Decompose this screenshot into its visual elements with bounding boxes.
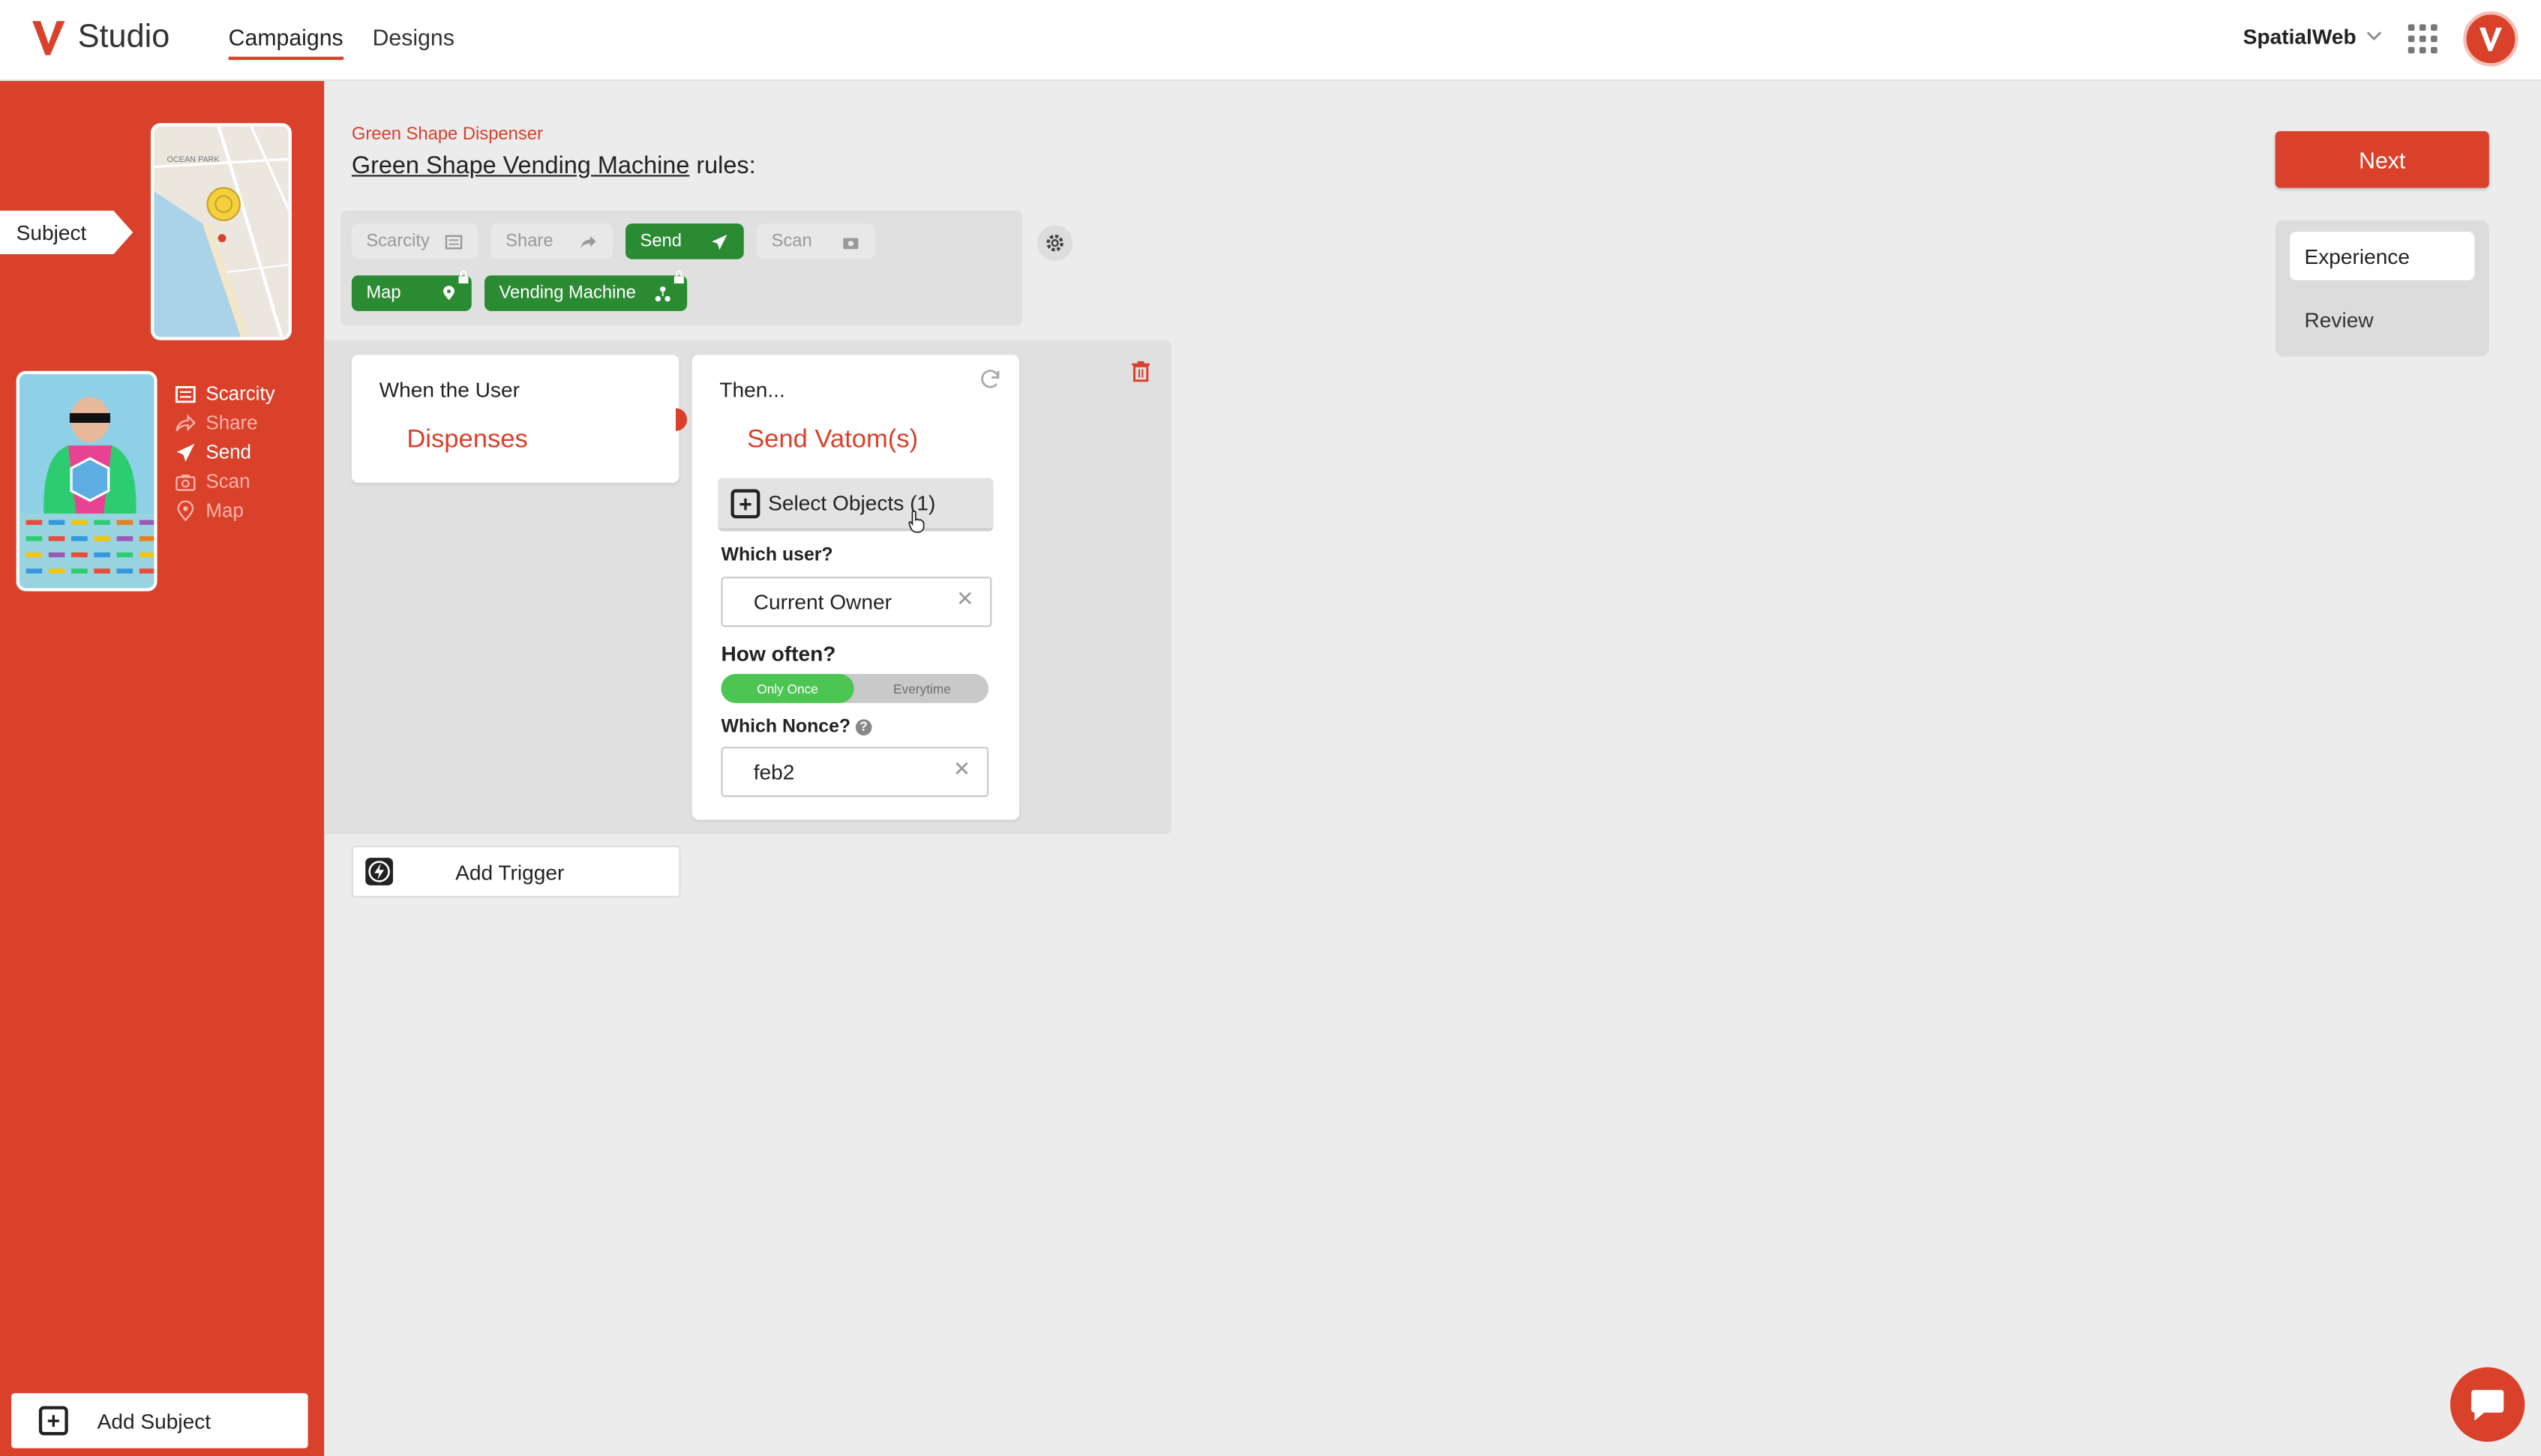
chip-label: Send [640,231,682,251]
clear-icon[interactable]: ✕ [956,586,974,613]
camera-icon [176,474,196,490]
nonce-value: feb2 [753,759,795,784]
side-action-label: Scan [206,469,250,493]
side-action-map[interactable]: Map [175,496,274,525]
subject-thumbnail[interactable] [16,370,158,592]
chat-bubble-icon [2471,1389,2504,1421]
chevron-down-icon [2366,31,2382,40]
chip-send[interactable]: Send [626,223,744,259]
subject-sidebar: Subject OCEAN PARK Scarcity Share Send S… [0,81,325,1456]
trigger-card-action[interactable]: Dispenses [406,426,527,455]
action-card-title: Then... [719,377,785,402]
clear-icon[interactable]: ✕ [953,756,971,783]
title-link[interactable]: Green Shape Vending Machine [352,152,689,180]
side-action-scan[interactable]: Scan [175,466,274,496]
trigger-card-title: When the User [379,377,520,402]
settings-gear-icon[interactable] [1036,225,1073,261]
action-card-action[interactable]: Send Vatom(s) [747,426,918,455]
main-nav: Campaigns Designs [228,24,454,60]
side-action-label: Share [206,411,258,435]
plus-icon: + [730,488,760,518]
chip-vending-machine[interactable]: Vending Machine [484,270,688,311]
title-suffix: rules: [689,152,756,180]
svg-text:OCEAN PARK: OCEAN PARK [167,155,220,164]
nonce-label-row: Which Nonce?? [722,718,872,737]
chip-label: Share [506,231,554,251]
step-experience[interactable]: Experience [2290,231,2475,280]
chip-label: Vending Machine [499,283,636,304]
side-action-scarcity[interactable]: Scarcity [175,379,275,409]
trigger-card[interactable]: When the User Dispenses [351,355,680,483]
lock-icon [458,270,469,284]
send-icon [176,442,195,461]
which-user-value: Current Owner [753,589,892,614]
nonce-label: Which Nonce? [721,718,851,738]
brand[interactable]: Studio [29,16,170,58]
side-action-label: Map [206,499,244,522]
subject-tag: Subject [0,210,134,255]
vatom-avatar-icon [2480,27,2502,52]
lock-icon [674,270,684,284]
chip-scan[interactable]: Scan [757,223,875,259]
user-avatar[interactable] [2463,11,2518,67]
scarcity-icon [445,234,463,249]
side-action-label: Scarcity [206,382,275,406]
breadcrumb[interactable]: Green Shape Dispenser [352,124,543,144]
side-action-share[interactable]: Share [175,408,274,437]
map-pin-icon [443,286,454,301]
trash-icon[interactable] [1131,360,1150,382]
refresh-icon[interactable] [979,367,1001,390]
nav-designs[interactable]: Designs [373,24,454,60]
subject-actions: Scarcity Share Send Scan Map [175,379,275,525]
subject-image [19,374,154,589]
nonce-field[interactable]: feb2 ✕ [721,747,989,798]
option-everytime[interactable]: Everytime [856,674,988,703]
share-icon [176,413,196,431]
apps-grid-icon[interactable] [2408,24,2438,54]
top-bar: Studio Campaigns Designs SpatialWeb [0,0,2541,82]
add-trigger-label: Add Trigger [455,859,565,884]
chip-label: Scarcity [366,231,430,251]
camera-icon [843,237,859,249]
next-button[interactable]: Next [2275,131,2489,188]
how-often-label: How often? [721,641,836,667]
vending-machine-icon [655,286,670,301]
select-objects-button[interactable]: + Select Objects (1) [718,478,994,532]
which-user-field[interactable]: Current Owner ✕ [721,577,992,628]
org-switcher[interactable]: SpatialWeb [2242,24,2382,49]
side-action-send[interactable]: Send [175,437,274,466]
chip-label: Scan [771,231,812,251]
vatom-logo-icon [32,21,65,55]
brand-name: Studio [77,18,170,55]
scarcity-icon [176,385,196,403]
add-subject-label: Add Subject [97,1408,212,1434]
step-review[interactable]: Review [2290,295,2474,343]
map-pin-icon [177,499,194,521]
chip-map[interactable]: Map [351,270,472,311]
page-title: Green Shape Vending Machine rules: [352,152,756,180]
chip-share[interactable]: Share [490,223,613,259]
chip-label: Map [366,283,401,304]
chat-launcher[interactable] [2450,1367,2525,1443]
nav-campaigns[interactable]: Campaigns [228,24,344,60]
wizard-steps: Experience Review [2275,220,2489,357]
option-only-once[interactable]: Only Once [721,673,854,703]
help-icon[interactable]: ? [855,718,872,735]
chip-scarcity[interactable]: Scarcity [351,223,478,259]
trigger-bolt-icon [365,858,393,885]
add-trigger-button[interactable]: Add Trigger [351,845,681,898]
how-often-toggle[interactable]: Only Once Everytime [721,673,989,703]
org-name: SpatialWeb [2242,24,2356,49]
share-icon [580,235,596,248]
gear-icon [1046,234,1064,252]
hand-cursor-icon [908,510,925,533]
which-user-label: Which user? [721,546,833,566]
map-thumbnail[interactable]: OCEAN PARK [150,123,292,340]
plus-icon: + [38,1406,68,1436]
side-action-label: Send [206,440,251,463]
send-icon [712,233,728,249]
add-subject-button[interactable]: + Add Subject [11,1393,308,1449]
map-image: OCEAN PARK [154,126,289,337]
